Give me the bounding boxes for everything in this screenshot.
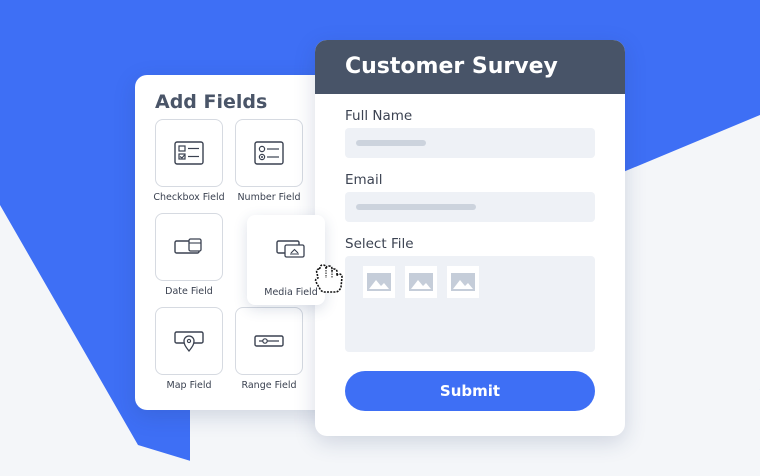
email-label: Email xyxy=(345,172,383,188)
file-drop-zone[interactable] xyxy=(345,256,595,352)
survey-title: Customer Survey xyxy=(345,54,558,79)
range-field-tile[interactable] xyxy=(235,307,303,375)
full-name-label: Full Name xyxy=(345,108,413,124)
survey-header: Customer Survey xyxy=(315,40,625,94)
add-fields-title: Add Fields xyxy=(155,91,268,113)
hand-grab-cursor-icon xyxy=(314,264,343,293)
range-slider-icon xyxy=(254,335,284,347)
date-field-label: Date Field xyxy=(165,286,213,297)
checkbox-field-tile[interactable] xyxy=(155,119,223,187)
image-placeholder-icon xyxy=(367,273,391,291)
email-input[interactable] xyxy=(345,192,595,222)
image-thumbnail[interactable] xyxy=(405,266,437,298)
submit-button[interactable]: Submit xyxy=(345,371,595,411)
image-placeholder-icon xyxy=(451,273,475,291)
media-icon xyxy=(276,240,305,258)
date-icon xyxy=(174,238,202,254)
image-thumbnail[interactable] xyxy=(447,266,479,298)
select-file-label: Select File xyxy=(345,236,414,252)
radio-list-icon xyxy=(254,141,284,165)
image-thumbnail[interactable] xyxy=(363,266,395,298)
checkbox-list-icon xyxy=(174,141,204,165)
map-pin-icon xyxy=(174,331,204,353)
customer-survey-form: Customer Survey Full Name Email Select F… xyxy=(315,40,625,436)
full-name-placeholder xyxy=(356,140,426,146)
range-field-label: Range Field xyxy=(241,380,297,391)
date-field-tile[interactable] xyxy=(155,213,223,281)
number-field-tile[interactable] xyxy=(235,119,303,187)
map-field-tile[interactable] xyxy=(155,307,223,375)
number-field-label: Number Field xyxy=(237,192,301,203)
email-placeholder xyxy=(356,204,476,210)
image-placeholder-icon xyxy=(409,273,433,291)
full-name-input[interactable] xyxy=(345,128,595,158)
